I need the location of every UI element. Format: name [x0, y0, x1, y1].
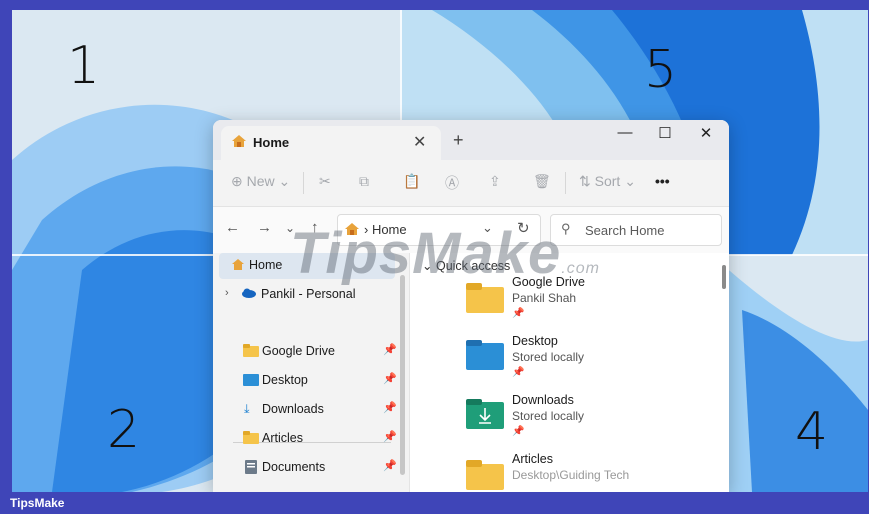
watermark: TipsMake.com [290, 220, 600, 287]
new-label: New [246, 173, 275, 189]
sort-label: Sort [594, 173, 621, 189]
footer-bar: TipsMake [0, 492, 869, 514]
nav-item-google-drive[interactable]: Google Drive 📌 [213, 339, 399, 365]
pin-icon: 📌 [383, 402, 397, 414]
watermark-suffix: .com [561, 260, 600, 277]
file-explorer-window: Home ✕ + — ☐ ✕ ⊕ New ⌄ ✂ ⧉ 📋 Ⓐ ⇪ 🗑 ⇅ Sor… [213, 120, 729, 492]
tab-strip: Home ✕ + — ☐ ✕ [213, 120, 729, 160]
nav-item-label: Downloads [262, 402, 324, 416]
nav-item-label: Google Drive [262, 344, 335, 358]
quadrant-label-5: 5 [644, 40, 678, 100]
minimize-button[interactable]: — [610, 124, 640, 141]
cloud-icon [241, 287, 257, 301]
tab-home[interactable]: Home ✕ [221, 126, 441, 160]
sort-icon: ⇅ [579, 173, 591, 189]
desktop-folder-icon [466, 340, 504, 370]
new-button[interactable]: ⊕ New ⌄ [231, 173, 290, 190]
nav-item-label: Documents [262, 460, 326, 474]
more-options-button[interactable]: ••• [655, 173, 670, 189]
item-subtitle: Stored locally [512, 409, 585, 423]
item-name: Downloads [512, 393, 574, 407]
quick-access-item[interactable]: Downloads Stored locally 📌 [466, 393, 696, 449]
pin-icon: 📌 [512, 308, 525, 319]
download-icon: ⤓ [244, 402, 250, 416]
folder-icon [243, 431, 259, 447]
plus-circle-icon: ⊕ [231, 173, 243, 189]
close-tab-icon[interactable]: ✕ [413, 132, 426, 152]
item-name: Desktop [512, 334, 558, 348]
pin-icon: 📌 [383, 460, 397, 472]
nav-item-label: Desktop [262, 373, 308, 387]
pin-icon: 📌 [512, 426, 525, 437]
quadrant-label-1: 1 [67, 36, 101, 96]
nav-item-label: Articles [262, 431, 303, 445]
item-name: Articles [512, 452, 553, 466]
nav-item-label: Pankil - Personal [261, 287, 356, 301]
pin-icon: 📌 [383, 373, 397, 385]
chevron-right-icon[interactable]: › [225, 287, 229, 299]
quick-access-item[interactable]: Articles Desktop\Guiding Tech [466, 452, 696, 492]
nav-item-documents[interactable]: Documents 📌 [213, 455, 399, 481]
downloads-folder-icon [466, 399, 504, 429]
sort-button[interactable]: ⇅ Sort ⌄ [579, 173, 636, 190]
nav-item-label: Home [249, 258, 283, 272]
close-window-button[interactable]: ✕ [691, 124, 721, 142]
tab-title: Home [253, 135, 290, 150]
back-icon[interactable]: ← [225, 219, 240, 236]
command-bar: ⊕ New ⌄ ✂ ⧉ 📋 Ⓐ ⇪ 🗑 ⇅ Sort ⌄ ••• [213, 160, 729, 206]
copy-icon[interactable]: ⧉ [359, 173, 369, 190]
folder-icon [243, 344, 259, 360]
cut-icon[interactable]: ✂ [319, 173, 331, 190]
forward-icon[interactable]: → [257, 219, 272, 236]
new-tab-button[interactable]: + [453, 130, 464, 151]
content-scrollbar[interactable] [722, 265, 726, 289]
pin-icon: 📌 [512, 367, 525, 378]
nav-item-downloads[interactable]: ⤓ Downloads 📌 [213, 397, 399, 423]
item-subtitle: Stored locally [512, 350, 585, 364]
pin-icon: 📌 [383, 344, 397, 356]
documents-icon [245, 460, 257, 477]
nav-item-articles[interactable]: Articles 📌 [213, 426, 399, 452]
command-divider [303, 172, 304, 194]
rename-icon[interactable]: Ⓐ [445, 173, 459, 193]
folder-icon [466, 460, 504, 490]
navigation-pane: Home › Pankil - Personal Google Drive 📌 … [213, 253, 405, 492]
maximize-button[interactable]: ☐ [650, 124, 680, 142]
pin-icon: 📌 [383, 431, 397, 443]
quick-access-item[interactable]: Desktop Stored locally 📌 [466, 334, 696, 390]
item-subtitle: Pankil Shah [512, 291, 577, 305]
quadrant-label-2: 2 [107, 400, 141, 460]
watermark-text: TipsMake [290, 221, 562, 286]
nav-item-desktop[interactable]: Desktop 📌 [213, 368, 399, 394]
paste-icon[interactable]: 📋 [403, 173, 420, 190]
desktop-folder-icon [243, 373, 259, 389]
delete-icon[interactable]: 🗑 [533, 173, 551, 190]
content-pane: ⌄ Quick access Google Drive Pankil Shah … [409, 253, 729, 492]
footer-brand: TipsMake [10, 496, 65, 510]
home-icon [231, 134, 247, 153]
item-subtitle: Desktop\Guiding Tech [512, 468, 630, 482]
home-icon [231, 258, 245, 274]
share-icon[interactable]: ⇪ [489, 173, 501, 190]
folder-icon [466, 283, 504, 313]
nav-scrollbar[interactable] [400, 275, 405, 475]
command-divider [565, 172, 566, 194]
quadrant-label-4: 4 [795, 402, 829, 462]
